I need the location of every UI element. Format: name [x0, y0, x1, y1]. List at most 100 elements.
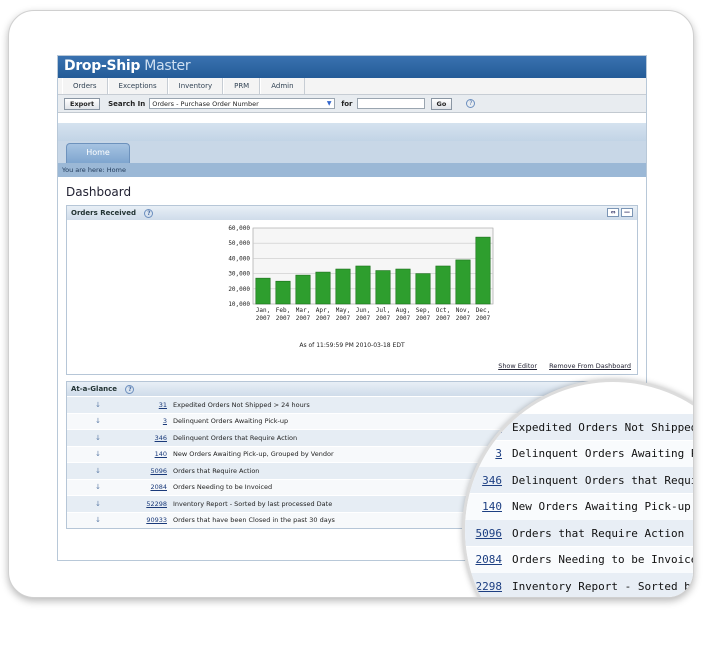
tab-home[interactable]: Home — [66, 143, 130, 163]
x-tick-label-year: 2007 — [436, 315, 451, 322]
screenshot-frame: Drop-Ship Master Orders Exceptions Inven… — [8, 10, 694, 598]
magnified-count-link[interactable]: 140 — [465, 500, 512, 513]
remove-from-dashboard-link[interactable]: Remove From Dashboard — [549, 362, 631, 370]
panel-links: Show Editor Remove From Dashboard — [67, 360, 637, 374]
move-icon[interactable]: ⇔ — [607, 208, 619, 217]
x-tick-label: Jun, — [356, 307, 370, 314]
glance-count-link[interactable]: 5096 — [129, 467, 173, 475]
orders-panel-header: Orders Received ? ⇔ — — [67, 206, 637, 220]
search-input[interactable] — [356, 98, 425, 109]
drilldown-icon[interactable]: ↓ — [67, 450, 129, 458]
drilldown-icon[interactable]: ↓ — [67, 516, 129, 524]
nav-tab-admin[interactable]: Admin — [260, 78, 305, 94]
x-tick-label: May, — [336, 307, 350, 314]
chevron-down-icon[interactable]: ▼ — [325, 100, 333, 108]
help-icon[interactable]: ? — [125, 385, 135, 394]
drilldown-icon[interactable]: ↓ — [67, 434, 129, 442]
x-tick-label-year: 2007 — [456, 315, 471, 322]
chart-bar — [335, 268, 351, 305]
x-tick-label: Oct, — [436, 307, 450, 314]
x-tick-label: Aug, — [396, 307, 410, 314]
magnified-count-link[interactable]: 346 — [465, 474, 512, 487]
search-in-label: Search In — [108, 99, 146, 108]
magnified-row-label: Expedited Orders Not Shipped — [512, 420, 694, 434]
magnified-count-link[interactable]: 5096 — [465, 527, 512, 540]
breadcrumb: You are here: Home — [58, 163, 646, 177]
glance-row-label: Delinquent Orders that Require Action — [173, 433, 298, 442]
magnified-count-link[interactable]: 2084 — [465, 553, 512, 566]
x-tick-label: Nov, — [456, 307, 470, 314]
chart-bar — [475, 236, 491, 305]
glance-count-link[interactable]: 52298 — [129, 500, 173, 508]
drilldown-icon[interactable]: ↓ — [67, 483, 129, 491]
chart-bar — [295, 274, 311, 305]
y-tick-label: 40,000 — [228, 255, 250, 262]
glance-count-link[interactable]: 3 — [129, 417, 173, 425]
nav-tab-orders[interactable]: Orders — [62, 78, 108, 94]
go-button[interactable]: Go — [430, 97, 453, 110]
minimize-icon[interactable]: — — [621, 208, 633, 217]
magnified-row: 52298Inventory Report - Sorted by last — [465, 573, 693, 597]
help-icon[interactable]: ? — [144, 209, 154, 218]
for-label: for — [341, 99, 353, 108]
drilldown-icon[interactable]: ↓ — [67, 417, 129, 425]
glance-row-label: Orders that Require Action — [173, 466, 260, 475]
magnified-row: 140New Orders Awaiting Pick-up, Group — [465, 493, 694, 520]
chart-bar — [355, 265, 371, 305]
x-tick-label: Jan, — [256, 307, 270, 314]
nav-tab-exceptions[interactable]: Exceptions — [107, 78, 168, 94]
y-tick-label: 50,000 — [228, 240, 250, 247]
magnified-row: 346Delinquent Orders that Require Act — [465, 467, 693, 493]
app-title: Drop-Ship Master — [58, 56, 646, 78]
glance-row-label: Expedited Orders Not Shipped > 24 hours — [173, 400, 310, 409]
main-nav: Orders Exceptions Inventory PRM Admin — [58, 78, 646, 95]
tab-strip: Home — [58, 141, 646, 163]
chart-bar — [255, 277, 271, 305]
x-tick-label-year: 2007 — [416, 315, 431, 322]
y-tick-label: 20,000 — [228, 286, 250, 293]
x-tick-label-year: 2007 — [356, 315, 371, 322]
show-editor-link[interactable]: Show Editor — [498, 362, 537, 370]
panel-controls: ⇔ — — [607, 208, 633, 217]
chart-bar — [315, 271, 331, 305]
glance-count-link[interactable]: 140 — [129, 450, 173, 458]
magnified-row-label: Inventory Report - Sorted by last — [512, 579, 693, 593]
orders-panel-title: Orders Received — [71, 209, 136, 217]
magnified-count-link[interactable]: 31 — [465, 421, 512, 434]
x-tick-label-year: 2007 — [256, 315, 271, 322]
app-title-light: Master — [140, 58, 191, 74]
x-tick-label: Sep, — [416, 307, 430, 314]
as-of-timestamp: As of 11:59:59 PM 2010-03-18 EDT — [299, 342, 405, 349]
magnified-count-link[interactable]: 52298 — [465, 580, 512, 593]
x-tick-label-year: 2007 — [376, 315, 391, 322]
page-title: Dashboard — [66, 185, 132, 199]
nav-tab-prm[interactable]: PRM — [223, 78, 261, 94]
y-tick-label: 60,000 — [228, 225, 250, 232]
magnified-row: 2084 Orders Needing to be Invoiced — [465, 546, 693, 573]
glance-count-link[interactable]: 2084 — [129, 483, 173, 491]
chart-bar — [395, 268, 411, 305]
glance-count-link[interactable]: 31 — [129, 401, 173, 409]
chart-bar — [275, 280, 291, 305]
x-tick-label-year: 2007 — [336, 315, 351, 322]
chart-area: 60,000 50,000 40,000 30,000 20,000 10,000 Jan,… — [67, 220, 637, 360]
export-button[interactable]: Export — [64, 97, 101, 110]
chart-bar — [375, 270, 391, 305]
magnified-row-label: New Orders Awaiting Pick-up, Group — [512, 500, 694, 513]
x-tick-label: Apr, — [316, 307, 330, 314]
nav-tab-inventory[interactable]: Inventory — [167, 78, 224, 94]
orders-bar-chart: 60,000 50,000 40,000 30,000 20,000 10,000 Jan,… — [228, 225, 494, 322]
search-field-select[interactable]: Orders - Purchase Order Number ▼ — [149, 98, 336, 109]
magnified-count-link[interactable]: 3 — [465, 447, 512, 460]
glance-count-link[interactable]: 346 — [129, 434, 173, 442]
drilldown-icon[interactable]: ↓ — [67, 467, 129, 475]
help-icon[interactable]: ? — [466, 99, 476, 108]
glance-row-label: Delinquent Orders Awaiting Pick-up — [173, 417, 289, 426]
glance-row-label: Orders that have been Closed in the past… — [173, 516, 335, 525]
x-tick-label: Feb, — [276, 307, 290, 314]
x-tick-label: Jul, — [376, 307, 390, 314]
glance-count-link[interactable]: 90933 — [129, 516, 173, 524]
drilldown-icon[interactable]: ↓ — [67, 401, 129, 409]
x-tick-label: Dec, — [476, 307, 490, 314]
drilldown-icon[interactable]: ↓ — [67, 500, 129, 508]
